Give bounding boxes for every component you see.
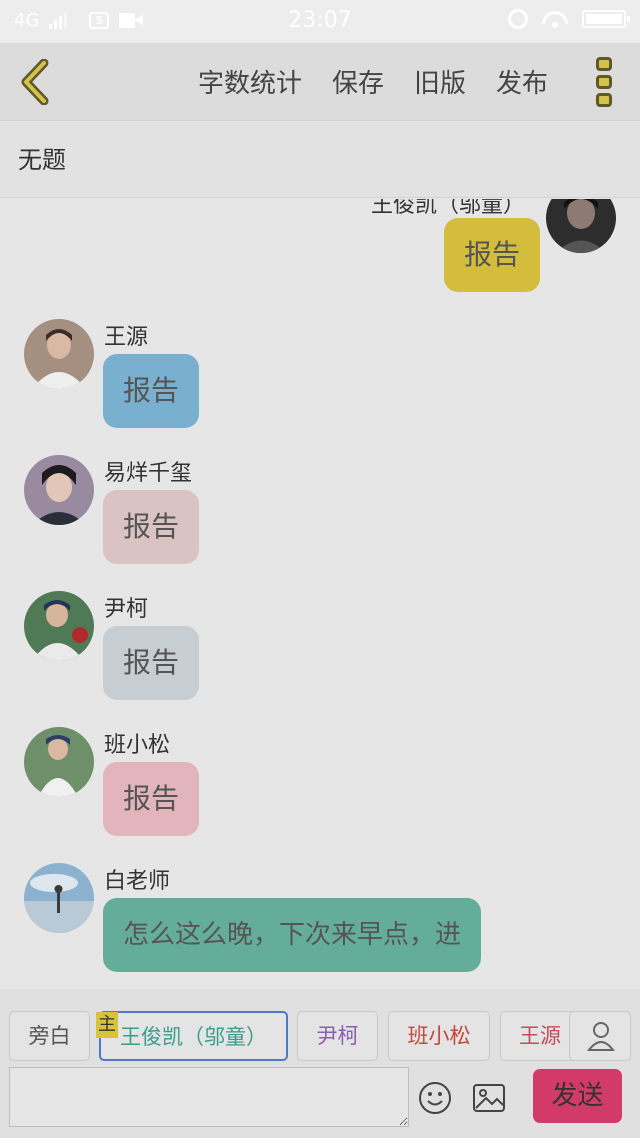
speaker-name: 白老师	[104, 869, 171, 894]
message-bubble[interactable]: 怎么这么晚，下次来早点，进	[103, 898, 482, 972]
battery-icon	[582, 10, 630, 28]
image-icon[interactable]	[472, 1083, 506, 1113]
publish-button[interactable]: 发布	[496, 63, 548, 100]
more-options-icon[interactable]	[596, 57, 616, 107]
back-arrow-icon[interactable]	[18, 59, 54, 105]
avatar[interactable]	[24, 319, 94, 389]
header-actions: 字数统计 保存 旧版 发布	[198, 63, 548, 100]
save-button[interactable]: 保存	[332, 63, 384, 100]
avatar[interactable]	[24, 455, 94, 525]
chat-area[interactable]: 王俊凯（邬童） 报告 王源 报告 易烊千玺 报告 尹柯 报告 班小松 报告 白老…	[0, 199, 640, 989]
role-wang-yuan-button[interactable]: 王源	[500, 1011, 580, 1061]
speaker-name: 王俊凯（邬童）	[370, 199, 525, 218]
title-bar[interactable]: 无题	[0, 122, 640, 198]
send-button[interactable]: 发送	[533, 1069, 622, 1123]
avatar[interactable]	[546, 199, 616, 253]
message-bubble[interactable]: 报告	[444, 218, 541, 292]
message-bubble[interactable]: 报告	[103, 490, 200, 564]
role-yin-ke-button[interactable]: 尹柯	[297, 1011, 378, 1061]
emoji-icon[interactable]	[418, 1081, 452, 1115]
avatar[interactable]	[24, 863, 94, 933]
message-bubble[interactable]: 报告	[103, 354, 200, 428]
message-bubble[interactable]: 报告	[103, 626, 200, 700]
top-bar: 字数统计 保存 旧版 发布	[0, 43, 640, 121]
speaker-name: 尹柯	[104, 597, 149, 622]
avatar[interactable]	[24, 727, 94, 797]
speaker-name: 王源	[104, 325, 149, 350]
person-icon[interactable]	[569, 1011, 631, 1061]
main-character-badge: 主	[96, 1012, 118, 1038]
message-input[interactable]	[9, 1067, 409, 1127]
role-wang-junkai-button[interactable]: 王俊凯（邬童）	[99, 1011, 288, 1061]
alarm-icon	[508, 9, 528, 29]
wifi-icon	[542, 9, 568, 29]
role-ban-xiaosong-button[interactable]: 班小松	[388, 1011, 490, 1061]
message-bubble[interactable]: 报告	[103, 762, 200, 836]
word-count-button[interactable]: 字数统计	[198, 63, 302, 100]
role-narrator-button[interactable]: 旁白	[9, 1011, 90, 1061]
avatar[interactable]	[24, 591, 94, 661]
speaker-name: 班小松	[104, 733, 171, 758]
composer-panel: 旁白 王俊凯（邬童） 尹柯 班小松 王源 主 发送	[0, 989, 640, 1138]
document-title[interactable]: 无题	[18, 140, 66, 175]
status-bar: 4G S 23:07	[0, 0, 640, 43]
speaker-name: 易烊千玺	[104, 461, 193, 486]
old-version-button[interactable]: 旧版	[414, 63, 466, 100]
